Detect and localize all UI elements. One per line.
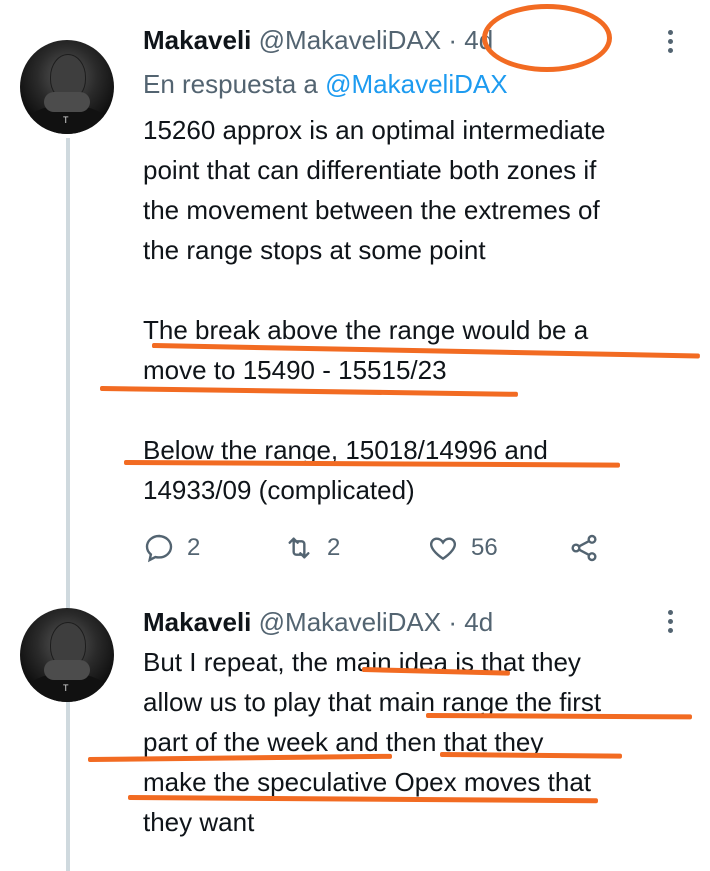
separator: · (448, 25, 457, 55)
retweet-icon (288, 537, 310, 559)
text-line: point that can differentiate both zones … (143, 155, 597, 185)
reply-icon (145, 534, 173, 563)
author-handle[interactable]: @MakaveliDAX (259, 607, 441, 637)
like-button[interactable]: 56 (427, 528, 498, 568)
tweet-text: 15260 approx is an optimal intermediate … (143, 110, 698, 510)
text-line: the range stops at some point (143, 235, 486, 265)
author-name[interactable]: Makaveli (143, 607, 251, 637)
text-line: But I repeat, the main idea is that they (143, 647, 581, 677)
tweet[interactable]: T Makaveli @MakaveliDAX · 4d En respuest… (0, 0, 710, 590)
text-line: 15260 approx is an optimal intermediate (143, 115, 606, 145)
more-options-icon[interactable] (660, 26, 680, 58)
retweet-count: 2 (327, 534, 341, 561)
heart-icon (430, 537, 456, 561)
reply-count: 2 (187, 534, 201, 561)
separator: · (448, 607, 457, 637)
reply-button[interactable]: 2 (143, 528, 200, 568)
text-line: the movement between the extremes of (143, 195, 600, 225)
reply-context: En respuesta a @MakaveliDAX (143, 68, 508, 100)
share-button[interactable] (568, 528, 600, 568)
tweet-header: Makaveli @MakaveliDAX · 4d (143, 24, 493, 56)
tweet[interactable]: T Makaveli @MakaveliDAX · 4d But I repea… (0, 590, 710, 871)
tweet-time[interactable]: 4d (464, 607, 493, 637)
more-options-icon[interactable] (660, 606, 680, 638)
author-handle[interactable]: @MakaveliDAX (259, 25, 441, 55)
tweet-header: Makaveli @MakaveliDAX · 4d (143, 606, 493, 638)
author-name[interactable]: Makaveli (143, 25, 251, 55)
reply-handle-link[interactable]: @MakaveliDAX (325, 69, 507, 99)
like-count: 56 (471, 534, 498, 561)
reply-prefix: En respuesta a (143, 69, 318, 99)
text-line: they want (143, 807, 255, 837)
retweet-button[interactable]: 2 (283, 528, 340, 568)
share-icon (571, 534, 597, 562)
text-line: 14933/09 (complicated) (143, 475, 415, 505)
highlight-circle-annotation (482, 4, 612, 72)
tweet-actions: 2 2 56 (143, 528, 613, 568)
avatar[interactable]: T (20, 608, 114, 702)
avatar[interactable]: T (20, 40, 114, 134)
